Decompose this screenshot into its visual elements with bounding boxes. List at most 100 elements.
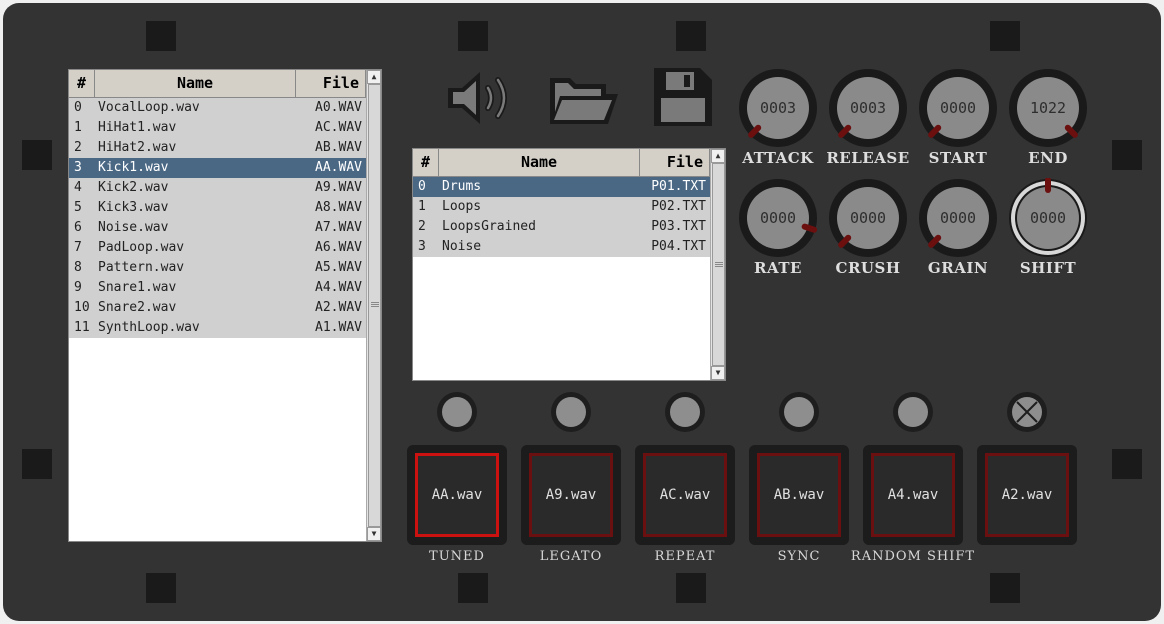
- sample_list-row[interactable]: 9 Snare1.wav A4.WAV: [69, 278, 366, 298]
- preset_list-row[interactable]: 2 LoopsGrained P03.TXT: [413, 217, 710, 237]
- sample_list-cell-file: AC.WAV: [315, 120, 362, 135]
- sample_list-cell-num: 2: [74, 140, 82, 155]
- sample_list-cell-name: Snare2.wav: [98, 300, 177, 315]
- sample_list-row[interactable]: 2 HiHat2.wav AB.WAV: [69, 138, 366, 158]
- sample_list-cell-num: 11: [74, 320, 90, 335]
- led-indicator[interactable]: [551, 392, 591, 432]
- mount-hole: [990, 21, 1020, 51]
- sample_list-cell-name: HiHat2.wav: [98, 140, 177, 155]
- led-indicator[interactable]: [893, 392, 933, 432]
- sample-list-scrollbar[interactable]: ▲ ▼: [366, 70, 381, 541]
- sample_list-cell-num: 8: [74, 260, 82, 275]
- preset_list-cell-file: P04.TXT: [651, 239, 706, 254]
- knob-value: 1022: [1030, 99, 1066, 117]
- sample_list-row[interactable]: 10 Snare2.wav A2.WAV: [69, 298, 366, 318]
- sample_list-cell-num: 0: [74, 100, 82, 115]
- save-icon[interactable]: [652, 66, 714, 128]
- sample-list-header: # Name File: [69, 70, 366, 98]
- sample_list-row[interactable]: 5 Kick3.wav A8.WAV: [69, 198, 366, 218]
- header-name[interactable]: Name: [95, 70, 296, 97]
- sample_list-cell-name: PadLoop.wav: [98, 240, 185, 255]
- led-indicator[interactable]: [665, 392, 705, 432]
- sample_list-cell-file: AA.WAV: [315, 160, 362, 175]
- mount-hole: [1112, 449, 1142, 479]
- knob-value: 0000: [850, 209, 886, 227]
- sample_list-row[interactable]: 3 Kick1.wav AA.WAV: [69, 158, 366, 178]
- preset-list[interactable]: # Name File 0 Drums P01.TXT 1 Loops P02.TXT 2 L…: [412, 148, 726, 381]
- preset_list-row[interactable]: 0 Drums P01.TXT: [413, 177, 710, 197]
- knob-indicator: [801, 223, 818, 233]
- sample_list-row[interactable]: 1 HiHat1.wav AC.WAV: [69, 118, 366, 138]
- sample_list-row[interactable]: 8 Pattern.wav A5.WAV: [69, 258, 366, 278]
- pad-button[interactable]: AB.wav: [749, 445, 849, 545]
- sample_list-cell-num: 5: [74, 200, 82, 215]
- folder-open-icon[interactable]: [546, 72, 622, 128]
- pad-label: A9.wav: [529, 453, 613, 537]
- sample_list-row[interactable]: 6 Noise.wav A7.WAV: [69, 218, 366, 238]
- knob-value: 0000: [940, 99, 976, 117]
- preset_list-row[interactable]: 3 Noise P04.TXT: [413, 237, 710, 257]
- sample_list-cell-name: Kick3.wav: [98, 200, 169, 215]
- pad-mode-label: RANDOM SHIFT: [850, 549, 976, 564]
- preset_list-cell-file: P01.TXT: [651, 179, 706, 194]
- mount-hole: [458, 21, 488, 51]
- scroll-down-arrow-icon[interactable]: ▼: [711, 366, 725, 380]
- knob-value: 0003: [850, 99, 886, 117]
- speaker-icon[interactable]: [444, 68, 520, 128]
- mount-hole: [676, 573, 706, 603]
- knob-value: 0000: [1030, 209, 1066, 227]
- sample_list-row[interactable]: 11 SynthLoop.wav A1.WAV: [69, 318, 366, 338]
- sample_list-row[interactable]: 7 PadLoop.wav A6.WAV: [69, 238, 366, 258]
- header-num[interactable]: #: [413, 149, 439, 176]
- sample_list-row[interactable]: 4 Kick2.wav A9.WAV: [69, 178, 366, 198]
- sample_list-cell-file: A2.WAV: [315, 300, 362, 315]
- knob-release[interactable]: 0003: [828, 68, 908, 148]
- header-num[interactable]: #: [69, 70, 95, 97]
- knob-grain[interactable]: 0000: [918, 178, 998, 258]
- sample-list[interactable]: # Name File 0 VocalLoop.wav A0.WAV 1 HiHat1.…: [68, 69, 382, 542]
- sample_list-cell-file: A9.WAV: [315, 180, 362, 195]
- scroll-up-arrow-icon[interactable]: ▲: [367, 70, 381, 84]
- knob-attack[interactable]: 0003: [738, 68, 818, 148]
- preset_list-cell-name: LoopsGrained: [442, 219, 536, 234]
- header-file[interactable]: File: [640, 149, 710, 176]
- sample_list-row[interactable]: 0 VocalLoop.wav A0.WAV: [69, 98, 366, 118]
- preset_list-cell-num: 3: [418, 239, 426, 254]
- pad-button[interactable]: A9.wav: [521, 445, 621, 545]
- pad-button[interactable]: AA.wav: [407, 445, 507, 545]
- led-indicator[interactable]: [437, 392, 477, 432]
- sample_list-cell-file: A6.WAV: [315, 240, 362, 255]
- sample_list-cell-num: 7: [74, 240, 82, 255]
- knob-crush[interactable]: 0000: [828, 178, 908, 258]
- sample_list-cell-name: HiHat1.wav: [98, 120, 177, 135]
- sample-rows: 0 VocalLoop.wav A0.WAV 1 HiHat1.wav AC.WAV 2 Hi…: [69, 98, 366, 338]
- sample_list-cell-file: A0.WAV: [315, 100, 362, 115]
- mount-hole: [146, 573, 176, 603]
- preset-rows: 0 Drums P01.TXT 1 Loops P02.TXT 2 LoopsGrained P…: [413, 177, 710, 257]
- sample_list-cell-name: Snare1.wav: [98, 280, 177, 295]
- led-indicator[interactable]: [779, 392, 819, 432]
- sample_list-cell-name: Noise.wav: [98, 220, 169, 235]
- pad-button[interactable]: AC.wav: [635, 445, 735, 545]
- scroll-thumb[interactable]: [368, 84, 381, 527]
- scroll-down-arrow-icon[interactable]: ▼: [367, 527, 381, 541]
- sample_list-cell-file: AB.WAV: [315, 140, 362, 155]
- pad-label: A4.wav: [871, 453, 955, 537]
- sample_list-cell-name: VocalLoop.wav: [98, 100, 200, 115]
- header-file[interactable]: File: [296, 70, 366, 97]
- pad-label: AC.wav: [643, 453, 727, 537]
- mount-hole: [990, 573, 1020, 603]
- knob-shift[interactable]: 0000: [1008, 178, 1088, 258]
- knob-rate[interactable]: 0000: [738, 178, 818, 258]
- knob-label: END: [1028, 149, 1068, 167]
- sample_list-cell-name: Kick2.wav: [98, 180, 169, 195]
- preset_list-row[interactable]: 1 Loops P02.TXT: [413, 197, 710, 217]
- mount-hole: [458, 573, 488, 603]
- knob-end[interactable]: 1022: [1008, 68, 1088, 148]
- mount-hole: [676, 21, 706, 51]
- pad-button[interactable]: A4.wav: [863, 445, 963, 545]
- header-name[interactable]: Name: [439, 149, 640, 176]
- led-off-icon[interactable]: [1007, 392, 1047, 432]
- pad-button[interactable]: A2.wav: [977, 445, 1077, 545]
- knob-start[interactable]: 0000: [918, 68, 998, 148]
